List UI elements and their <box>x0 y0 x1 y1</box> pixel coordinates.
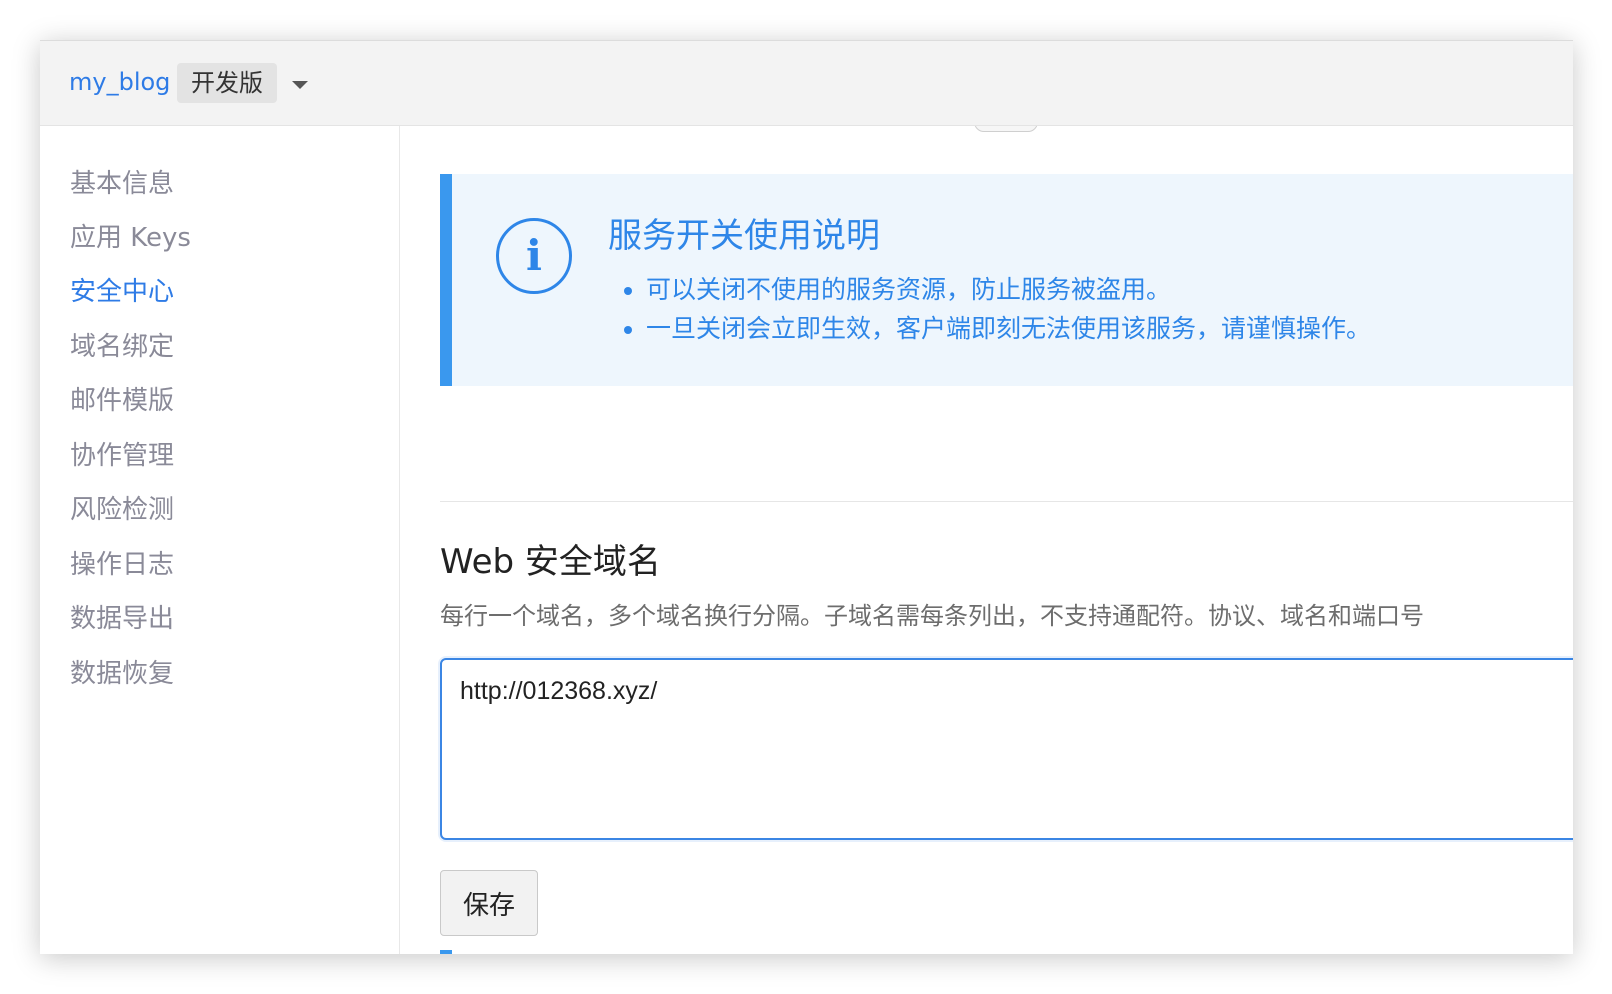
sidebar-item-data-restore[interactable]: 数据恢复 <box>70 656 174 692</box>
save-button[interactable]: 保存 <box>440 870 538 936</box>
caret-down-icon[interactable] <box>292 81 308 89</box>
app-window: my_blog 开发版 基本信息 应用 Keys 安全中心 域名绑定 邮件模版 … <box>40 40 1573 954</box>
sidebar-item-security-center[interactable]: 安全中心 <box>70 274 174 310</box>
main-content: i 服务开关使用说明 可以关闭不使用的服务资源，防止服务被盗用。 一旦关闭会立即… <box>400 126 1573 954</box>
sidebar-item-risk-detection[interactable]: 风险检测 <box>70 492 174 528</box>
sidebar-item-operation-log[interactable]: 操作日志 <box>70 547 174 583</box>
info-circle-icon: i <box>496 218 572 294</box>
notice-item: 一旦关闭会立即生效，客户端即刻无法使用该服务，请谨慎操作。 <box>646 309 1371 348</box>
app-name-link[interactable]: my_blog <box>69 66 170 98</box>
web-domains-description: 每行一个域名，多个域名换行分隔。子域名需每条列出，不支持通配符。协议、域名和端口… <box>440 602 1424 630</box>
top-bar: my_blog 开发版 <box>40 40 1573 126</box>
notice-list: 可以关闭不使用的服务资源，防止服务被盗用。 一旦关闭会立即生效，客户端即刻无法使… <box>626 270 1371 348</box>
edition-badge: 开发版 <box>177 63 277 103</box>
sidebar-item-basic-info[interactable]: 基本信息 <box>70 166 174 202</box>
sidebar-item-domain-binding[interactable]: 域名绑定 <box>70 329 174 365</box>
notice-item: 可以关闭不使用的服务资源，防止服务被盗用。 <box>646 270 1371 309</box>
web-domains-title: Web 安全域名 <box>440 542 661 582</box>
sidebar-item-data-export[interactable]: 数据导出 <box>70 601 174 637</box>
next-section-marker <box>440 950 452 954</box>
web-domains-textarea[interactable]: http://012368.xyz/ <box>440 658 1573 840</box>
sidebar-item-app-keys[interactable]: 应用 Keys <box>70 220 191 256</box>
section-divider <box>440 501 1573 502</box>
sidebar-item-email-templates[interactable]: 邮件模版 <box>70 383 174 419</box>
service-notice: i 服务开关使用说明 可以关闭不使用的服务资源，防止服务被盗用。 一旦关闭会立即… <box>440 174 1573 386</box>
sidebar-item-collaboration[interactable]: 协作管理 <box>70 438 174 474</box>
sidebar: 基本信息 应用 Keys 安全中心 域名绑定 邮件模版 协作管理 风险检测 操作… <box>40 126 400 954</box>
scroll-handle[interactable] <box>974 126 1038 132</box>
notice-title: 服务开关使用说明 <box>608 216 880 256</box>
